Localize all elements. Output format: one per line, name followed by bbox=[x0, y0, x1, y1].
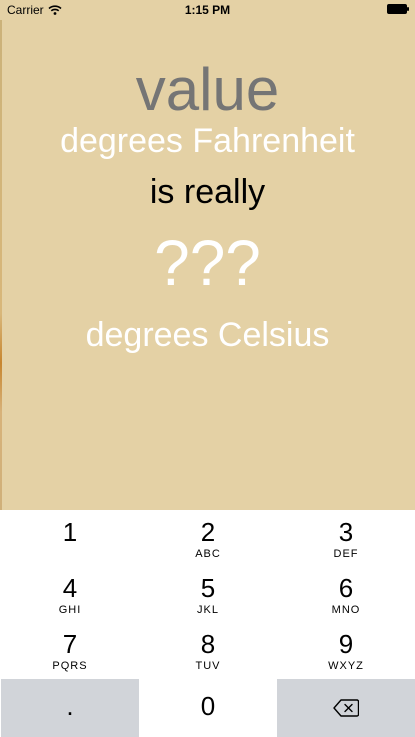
key-delete[interactable] bbox=[277, 679, 415, 737]
key-number: 0 bbox=[200, 691, 216, 721]
key-7[interactable]: 7 PQRS bbox=[1, 622, 139, 678]
key-9[interactable]: 9 WXYZ bbox=[277, 622, 415, 678]
key-letters: DEF bbox=[333, 548, 359, 560]
key-0[interactable]: 0 bbox=[139, 679, 277, 737]
key-number: 3 bbox=[338, 517, 354, 547]
celsius-label: degrees Celsius bbox=[85, 316, 330, 354]
key-letters: ABC bbox=[195, 548, 221, 560]
key-2[interactable]: 2 ABC bbox=[139, 510, 277, 566]
fahrenheit-value-input[interactable] bbox=[0, 54, 415, 125]
key-letters: JKL bbox=[197, 604, 219, 616]
key-letters: TUV bbox=[195, 660, 221, 672]
key-letters: MNO bbox=[331, 604, 361, 616]
key-number: 8 bbox=[200, 629, 216, 659]
key-number: 7 bbox=[62, 629, 78, 659]
key-letters: WXYZ bbox=[328, 660, 364, 672]
battery-icon bbox=[387, 4, 409, 14]
is-really-label: is really bbox=[149, 173, 266, 211]
key-decimal[interactable]: . bbox=[1, 679, 139, 737]
key-4[interactable]: 4 GHI bbox=[1, 566, 139, 622]
key-number: 5 bbox=[200, 573, 216, 603]
key-number: 2 bbox=[200, 517, 216, 547]
status-time: 1:15 PM bbox=[184, 3, 231, 17]
converter-content: degrees Fahrenheit is really ??? degrees… bbox=[0, 20, 415, 510]
numeric-keypad: 1 2 ABC 3 DEF 4 GHI 5 JKL 6 MNO 7 PQRS 8… bbox=[0, 510, 415, 737]
key-6[interactable]: 6 MNO bbox=[277, 566, 415, 622]
fahrenheit-label: degrees Fahrenheit bbox=[60, 122, 355, 160]
key-number: 1 bbox=[62, 517, 78, 547]
celsius-result-value: ??? bbox=[154, 227, 261, 299]
key-number: 9 bbox=[338, 629, 354, 659]
key-number: . bbox=[66, 691, 74, 721]
key-1[interactable]: 1 bbox=[1, 510, 139, 566]
app-screen: Carrier 1:15 PM degrees Fahrenheit is re… bbox=[0, 0, 415, 737]
key-number: 4 bbox=[62, 573, 78, 603]
key-number: 6 bbox=[338, 573, 354, 603]
key-letters: PQRS bbox=[52, 660, 88, 672]
key-5[interactable]: 5 JKL bbox=[139, 566, 277, 622]
status-bar: Carrier 1:15 PM bbox=[0, 0, 415, 20]
delete-backspace-icon bbox=[333, 699, 359, 717]
key-8[interactable]: 8 TUV bbox=[139, 622, 277, 678]
key-letters: GHI bbox=[58, 604, 82, 616]
key-3[interactable]: 3 DEF bbox=[277, 510, 415, 566]
